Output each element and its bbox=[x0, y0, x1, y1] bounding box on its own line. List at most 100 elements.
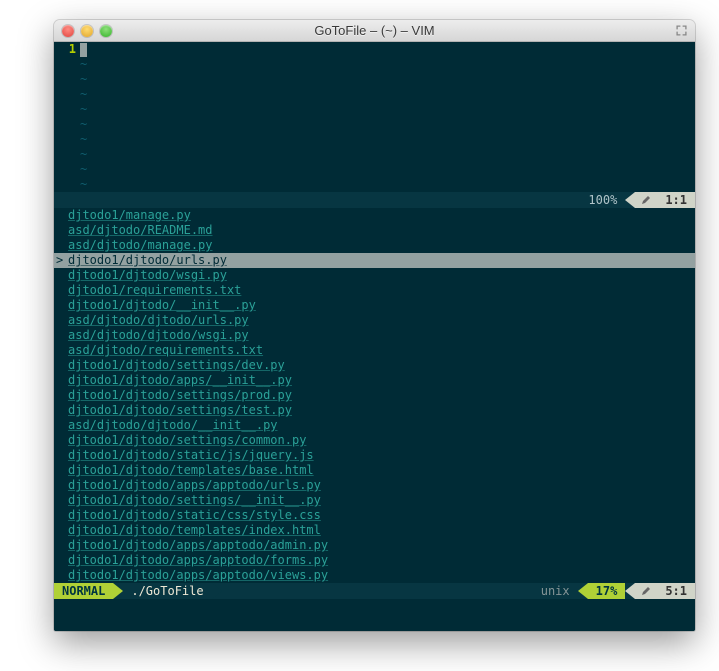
file-path: djtodo1/djtodo/settings/__init__.py bbox=[68, 493, 321, 508]
selection-marker bbox=[56, 328, 66, 343]
file-path: djtodo1/djtodo/apps/apptodo/admin.py bbox=[68, 538, 328, 553]
file-list[interactable]: djtodo1/manage.py asd/djtodo/README.md a… bbox=[54, 208, 695, 583]
selection-marker bbox=[56, 553, 66, 568]
window-title: GoToFile – (~) – VIM bbox=[54, 23, 695, 38]
editor-percent: 100% bbox=[580, 192, 625, 208]
selection-marker bbox=[56, 268, 66, 283]
file-path: asd/djtodo/requirements.txt bbox=[68, 343, 263, 358]
file-path: djtodo1/djtodo/templates/index.html bbox=[68, 523, 321, 538]
file-list-item[interactable]: asd/djtodo/README.md bbox=[54, 223, 695, 238]
file-list-item[interactable]: asd/djtodo/djtodo/wsgi.py bbox=[54, 328, 695, 343]
selection-marker bbox=[56, 433, 66, 448]
separator-icon bbox=[625, 192, 635, 208]
file-list-item[interactable]: djtodo1/djtodo/settings/__init__.py bbox=[54, 493, 695, 508]
file-list-item[interactable]: asd/djtodo/djtodo/urls.py bbox=[54, 313, 695, 328]
file-path: djtodo1/djtodo/__init__.py bbox=[68, 298, 256, 313]
file-path: asd/djtodo/djtodo/wsgi.py bbox=[68, 328, 249, 343]
file-path: asd/djtodo/djtodo/urls.py bbox=[68, 313, 249, 328]
selection-marker bbox=[56, 448, 66, 463]
file-path: djtodo1/djtodo/static/css/style.css bbox=[68, 508, 321, 523]
empty-line: ~ bbox=[54, 117, 695, 132]
cursor bbox=[80, 43, 87, 57]
fileformat: unix bbox=[533, 583, 578, 599]
selection-marker bbox=[56, 478, 66, 493]
selection-marker bbox=[56, 208, 66, 223]
selection-marker bbox=[56, 373, 66, 388]
selection-marker bbox=[56, 538, 66, 553]
file-list-item[interactable]: asd/djtodo/requirements.txt bbox=[54, 343, 695, 358]
file-path: djtodo1/djtodo/templates/base.html bbox=[68, 463, 314, 478]
file-list-item[interactable]: djtodo1/manage.py bbox=[54, 208, 695, 223]
file-list-item[interactable]: djtodo1/djtodo/templates/base.html bbox=[54, 463, 695, 478]
selection-marker bbox=[56, 418, 66, 433]
file-list-item[interactable]: djtodo1/djtodo/settings/test.py bbox=[54, 403, 695, 418]
file-list-item[interactable]: djtodo1/djtodo/apps/apptodo/admin.py bbox=[54, 538, 695, 553]
editor-position: 1:1 bbox=[657, 192, 695, 208]
selection-marker bbox=[56, 463, 66, 478]
separator-icon bbox=[578, 583, 588, 599]
file-path: djtodo1/djtodo/apps/apptodo/views.py bbox=[68, 568, 328, 583]
file-list-item[interactable]: asd/djtodo/djtodo/__init__.py bbox=[54, 418, 695, 433]
file-path: djtodo1/requirements.txt bbox=[68, 283, 241, 298]
separator-icon bbox=[212, 583, 222, 599]
file-list-item[interactable]: djtodo1/djtodo/apps/apptodo/forms.py bbox=[54, 553, 695, 568]
file-list-item[interactable]: djtodo1/djtodo/templates/index.html bbox=[54, 523, 695, 538]
file-list-item[interactable]: djtodo1/djtodo/apps/__init__.py bbox=[54, 373, 695, 388]
file-list-item[interactable]: djtodo1/djtodo/settings/common.py bbox=[54, 433, 695, 448]
pencil-icon bbox=[635, 192, 657, 208]
file-list-item[interactable]: >djtodo1/djtodo/urls.py bbox=[54, 253, 695, 268]
terminal[interactable]: 1 ~~~~~~~~~ 100% 1:1 djtodo1/manage.py a… bbox=[54, 42, 695, 631]
picker-percent: 17% bbox=[588, 583, 626, 599]
app-window: GoToFile – (~) – VIM 1 ~~~~~~~~~ 100% 1:… bbox=[54, 20, 695, 631]
traffic-lights bbox=[62, 25, 112, 37]
close-icon[interactable] bbox=[62, 25, 74, 37]
selection-marker bbox=[56, 493, 66, 508]
file-list-item[interactable]: djtodo1/djtodo/apps/apptodo/views.py bbox=[54, 568, 695, 583]
empty-line: ~ bbox=[54, 72, 695, 87]
file-path: djtodo1/djtodo/urls.py bbox=[68, 253, 227, 268]
statusbar-spacer bbox=[222, 583, 533, 599]
file-list-item[interactable]: djtodo1/djtodo/static/css/style.css bbox=[54, 508, 695, 523]
empty-line: ~ bbox=[54, 102, 695, 117]
empty-line: ~ bbox=[54, 132, 695, 147]
editor-pane[interactable]: 1 ~~~~~~~~~ bbox=[54, 42, 695, 192]
file-path: djtodo1/djtodo/settings/prod.py bbox=[68, 388, 292, 403]
empty-line: ~ bbox=[54, 147, 695, 162]
file-path: djtodo1/djtodo/apps/__init__.py bbox=[68, 373, 292, 388]
zoom-icon[interactable] bbox=[100, 25, 112, 37]
file-list-item[interactable]: djtodo1/djtodo/apps/apptodo/urls.py bbox=[54, 478, 695, 493]
file-list-item[interactable]: djtodo1/djtodo/static/js/jquery.js bbox=[54, 448, 695, 463]
minimize-icon[interactable] bbox=[81, 25, 93, 37]
editor-line: 1 bbox=[54, 42, 695, 57]
file-list-item[interactable]: djtodo1/djtodo/wsgi.py bbox=[54, 268, 695, 283]
file-list-item[interactable]: asd/djtodo/manage.py bbox=[54, 238, 695, 253]
mode-indicator: NORMAL bbox=[54, 583, 113, 599]
file-path: djtodo1/djtodo/settings/common.py bbox=[68, 433, 306, 448]
file-list-item[interactable]: djtodo1/djtodo/__init__.py bbox=[54, 298, 695, 313]
selection-marker bbox=[56, 403, 66, 418]
picker-position: 5:1 bbox=[657, 583, 695, 599]
fullscreen-icon[interactable] bbox=[675, 25, 687, 37]
titlebar[interactable]: GoToFile – (~) – VIM bbox=[54, 20, 695, 42]
selection-marker bbox=[56, 238, 66, 253]
file-list-item[interactable]: djtodo1/djtodo/settings/prod.py bbox=[54, 388, 695, 403]
statusbar-spacer bbox=[54, 192, 580, 208]
selection-marker bbox=[56, 388, 66, 403]
selection-marker: > bbox=[56, 253, 66, 268]
separator-icon bbox=[113, 583, 123, 599]
selection-marker bbox=[56, 343, 66, 358]
selection-marker bbox=[56, 358, 66, 373]
file-list-item[interactable]: djtodo1/requirements.txt bbox=[54, 283, 695, 298]
picker-statusbar: NORMAL ./GoToFile unix 17% 5:1 bbox=[54, 583, 695, 599]
selection-marker bbox=[56, 508, 66, 523]
empty-line: ~ bbox=[54, 87, 695, 102]
file-path: djtodo1/manage.py bbox=[68, 208, 191, 223]
selection-marker bbox=[56, 523, 66, 538]
file-list-item[interactable]: djtodo1/djtodo/settings/dev.py bbox=[54, 358, 695, 373]
command-area[interactable] bbox=[54, 599, 695, 631]
empty-line: ~ bbox=[54, 57, 695, 72]
selection-marker bbox=[56, 298, 66, 313]
separator-icon bbox=[625, 583, 635, 599]
file-path: asd/djtodo/djtodo/__init__.py bbox=[68, 418, 278, 433]
file-path: djtodo1/djtodo/static/js/jquery.js bbox=[68, 448, 314, 463]
